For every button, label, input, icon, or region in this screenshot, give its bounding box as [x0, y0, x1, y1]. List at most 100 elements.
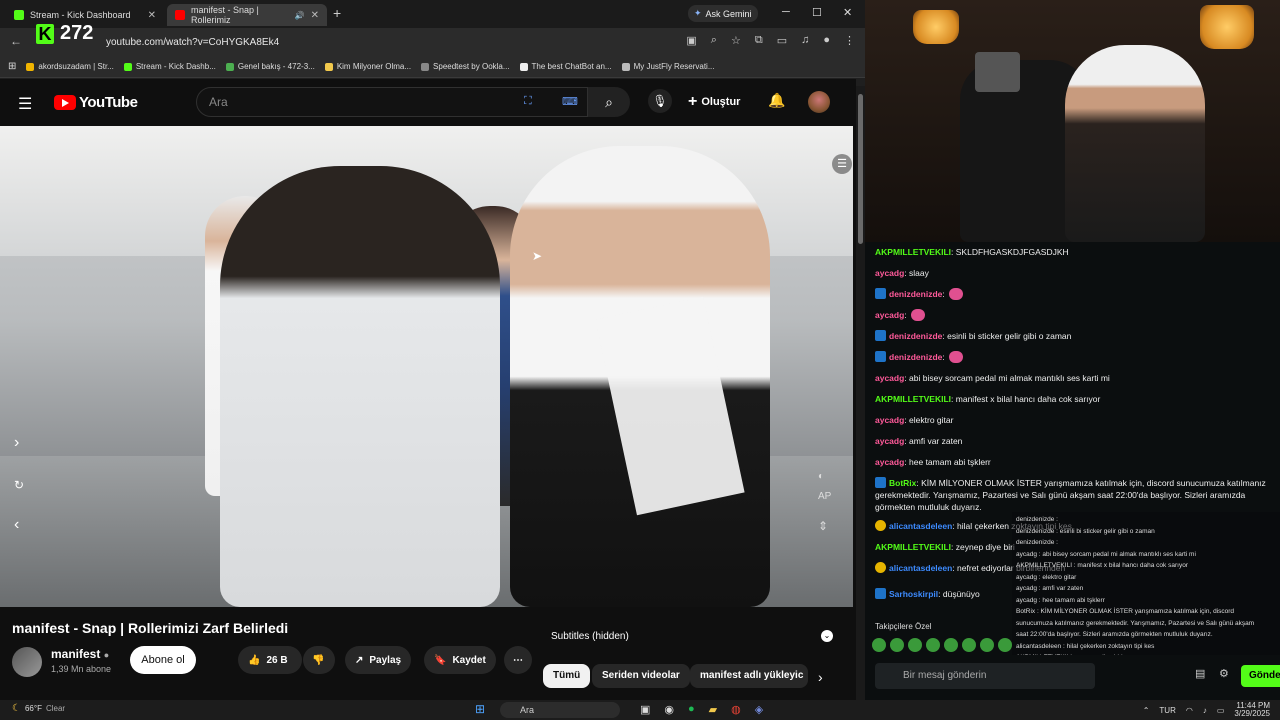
chat-message-input[interactable]: Bir mesaj gönderin	[875, 663, 1095, 689]
tray-chevron-icon[interactable]: ⌃	[1143, 706, 1150, 715]
chat-username[interactable]: aycadg	[875, 415, 904, 425]
voice-search-button[interactable]: 🎙	[648, 89, 672, 113]
bookmark-item[interactable]: Stream - Kick Dashb...	[123, 62, 216, 71]
channel-name[interactable]: manifest ●	[51, 647, 109, 661]
keyboard-icon[interactable]: ⌨	[562, 95, 578, 108]
chat-username[interactable]: AKPMILLETVEKILI	[875, 542, 951, 552]
emote-icon[interactable]	[944, 638, 958, 652]
bookmark-star-icon[interactable]: ☆	[731, 34, 741, 47]
bookmark-item[interactable]: My JustFly Reservati...	[621, 62, 715, 71]
emote-icon[interactable]	[980, 638, 994, 652]
channel-avatar[interactable]	[12, 647, 42, 677]
chat-username[interactable]: aycadg	[875, 373, 904, 383]
discord-icon[interactable]: ◈	[755, 703, 763, 716]
chat-username[interactable]: AKPMILLETVEKILI	[875, 394, 951, 404]
chevron-down-icon[interactable]: ⌄	[821, 630, 833, 642]
spotify-icon[interactable]: ●	[688, 703, 695, 716]
page-scrollbar[interactable]	[856, 86, 865, 700]
media-icon[interactable]: ♫	[801, 34, 809, 47]
tab-youtube[interactable]: manifest - Snap | Rollerimiz 🔊 ✕	[167, 4, 327, 26]
url-field[interactable]: youtube.com/watch?v=CoHYGKA8Ek4	[100, 34, 640, 52]
chip-all[interactable]: Tümü	[543, 664, 591, 688]
back-arrow-icon[interactable]: ←	[10, 34, 22, 48]
emote-icon[interactable]	[926, 638, 940, 652]
emote-icon[interactable]	[962, 638, 976, 652]
subtitles-panel[interactable]: Subtitles (hidden) ⌄	[541, 622, 839, 650]
search-button[interactable]: ⌕	[588, 87, 630, 117]
bookmark-item[interactable]: Speedtest by Ookla...	[421, 62, 510, 71]
chat-username[interactable]: aycadg	[875, 268, 904, 278]
taskbar-search-input[interactable]: Ara	[500, 702, 620, 718]
chat-username[interactable]: aycadg	[875, 436, 904, 446]
sidepanel-icon[interactable]: ▭	[777, 34, 787, 47]
dislike-button[interactable]: 👎	[303, 646, 335, 674]
chip-series[interactable]: Seriden videolar	[592, 664, 690, 688]
emote-icon[interactable]	[872, 638, 886, 652]
menu-kebab-icon[interactable]: ⋮	[844, 34, 855, 47]
next-arrow-icon[interactable]: ›	[14, 434, 19, 452]
playlist-menu-icon[interactable]: ☰	[832, 154, 852, 174]
bookmark-item[interactable]: The best ChatBot an...	[519, 62, 612, 71]
more-actions-button[interactable]: ⋯	[504, 646, 532, 674]
speaker-icon[interactable]: 🔊	[295, 11, 305, 20]
chat-username[interactable]: aycadg	[875, 457, 904, 467]
chat-menu-icon[interactable]: ▤	[1195, 667, 1205, 680]
windows-start-icon[interactable]: ⊞	[475, 702, 485, 716]
hamburger-menu-icon[interactable]: ☰	[18, 94, 32, 114]
chat-username[interactable]: alicantasdeleen	[889, 521, 952, 531]
chevron-right-icon[interactable]: ›	[818, 669, 823, 685]
settings-gear-icon[interactable]: ⚙	[1219, 667, 1229, 680]
prev-arrow-icon[interactable]: ‹	[14, 516, 19, 534]
like-button[interactable]: 👍 26 B	[238, 646, 302, 674]
chat-username[interactable]: alicantasdeleen	[889, 563, 952, 573]
weather-widget[interactable]: ☾ 66°F Clear	[12, 703, 65, 714]
chat-username[interactable]: denizdenizde	[889, 352, 942, 362]
language-indicator[interactable]: TUR	[1159, 706, 1175, 715]
emote-icon[interactable]	[908, 638, 922, 652]
bookmark-item[interactable]: Genel bakış - 472-3...	[225, 62, 315, 71]
subscribe-button[interactable]: Abone ol	[130, 646, 196, 674]
taskview-icon[interactable]: ▣	[640, 703, 650, 716]
chip-uploader[interactable]: manifest adlı yükleyic	[690, 664, 808, 688]
chat-username[interactable]: denizdenizde	[889, 331, 942, 341]
translate-icon[interactable]: ⛶	[524, 95, 532, 108]
maximize-button[interactable]: ☐	[812, 6, 822, 19]
volume-icon[interactable]: ♪	[1203, 706, 1207, 715]
bookmark-item[interactable]: Kim Milyoner Olma...	[324, 62, 411, 71]
chat-username[interactable]: BotRix	[889, 478, 916, 488]
battery-icon[interactable]: ▭	[1217, 706, 1225, 715]
close-icon[interactable]: ✕	[311, 10, 319, 21]
clock[interactable]: 11:44 PM 3/29/2025	[1234, 702, 1270, 718]
emote-icon[interactable]	[890, 638, 904, 652]
minimize-button[interactable]: ─	[782, 6, 790, 18]
file-explorer-icon[interactable]: ▰	[709, 703, 717, 716]
obs-icon[interactable]: ◉	[664, 703, 674, 716]
chrome-icon[interactable]: ◍	[731, 703, 741, 716]
youtube-logo[interactable]: YouTube	[54, 94, 138, 111]
profile-icon[interactable]: ●	[823, 34, 830, 47]
chat-username[interactable]: denizdenizde	[889, 289, 942, 299]
cast-icon[interactable]: ▣	[686, 34, 696, 47]
refresh-icon[interactable]: ↻	[14, 478, 24, 492]
wifi-icon[interactable]: ◠	[1186, 706, 1193, 715]
autoplay-toggle[interactable]: ◐	[818, 471, 824, 482]
new-tab-button[interactable]: +	[333, 5, 341, 21]
notifications-bell-icon[interactable]: 🔔	[768, 92, 785, 109]
extensions-icon[interactable]: ⧉	[755, 34, 763, 47]
create-button[interactable]: + Oluştur	[688, 93, 740, 111]
zoom-icon[interactable]: ⌕	[711, 34, 717, 47]
chat-username[interactable]: aycadg	[875, 310, 904, 320]
apps-grid-icon[interactable]: ⊞	[8, 61, 16, 72]
bookmark-item[interactable]: akordsuzadam | Str...	[26, 62, 114, 71]
ask-gemini-button[interactable]: ✦ Ask Gemini	[688, 5, 758, 22]
account-avatar[interactable]	[808, 91, 830, 113]
send-button[interactable]: Gönder	[1241, 665, 1280, 687]
window-close-button[interactable]: ✕	[843, 6, 852, 19]
share-button[interactable]: ↗ Paylaş	[345, 646, 412, 674]
scrollbar-thumb[interactable]	[858, 94, 863, 244]
close-icon[interactable]: ✕	[148, 10, 156, 21]
chat-username[interactable]: AKPMILLETVEKILI	[875, 247, 951, 257]
save-button[interactable]: 🔖 Kaydet	[424, 646, 496, 674]
emote-icon[interactable]	[998, 638, 1012, 652]
expand-icon[interactable]: ⇕	[818, 519, 828, 533]
